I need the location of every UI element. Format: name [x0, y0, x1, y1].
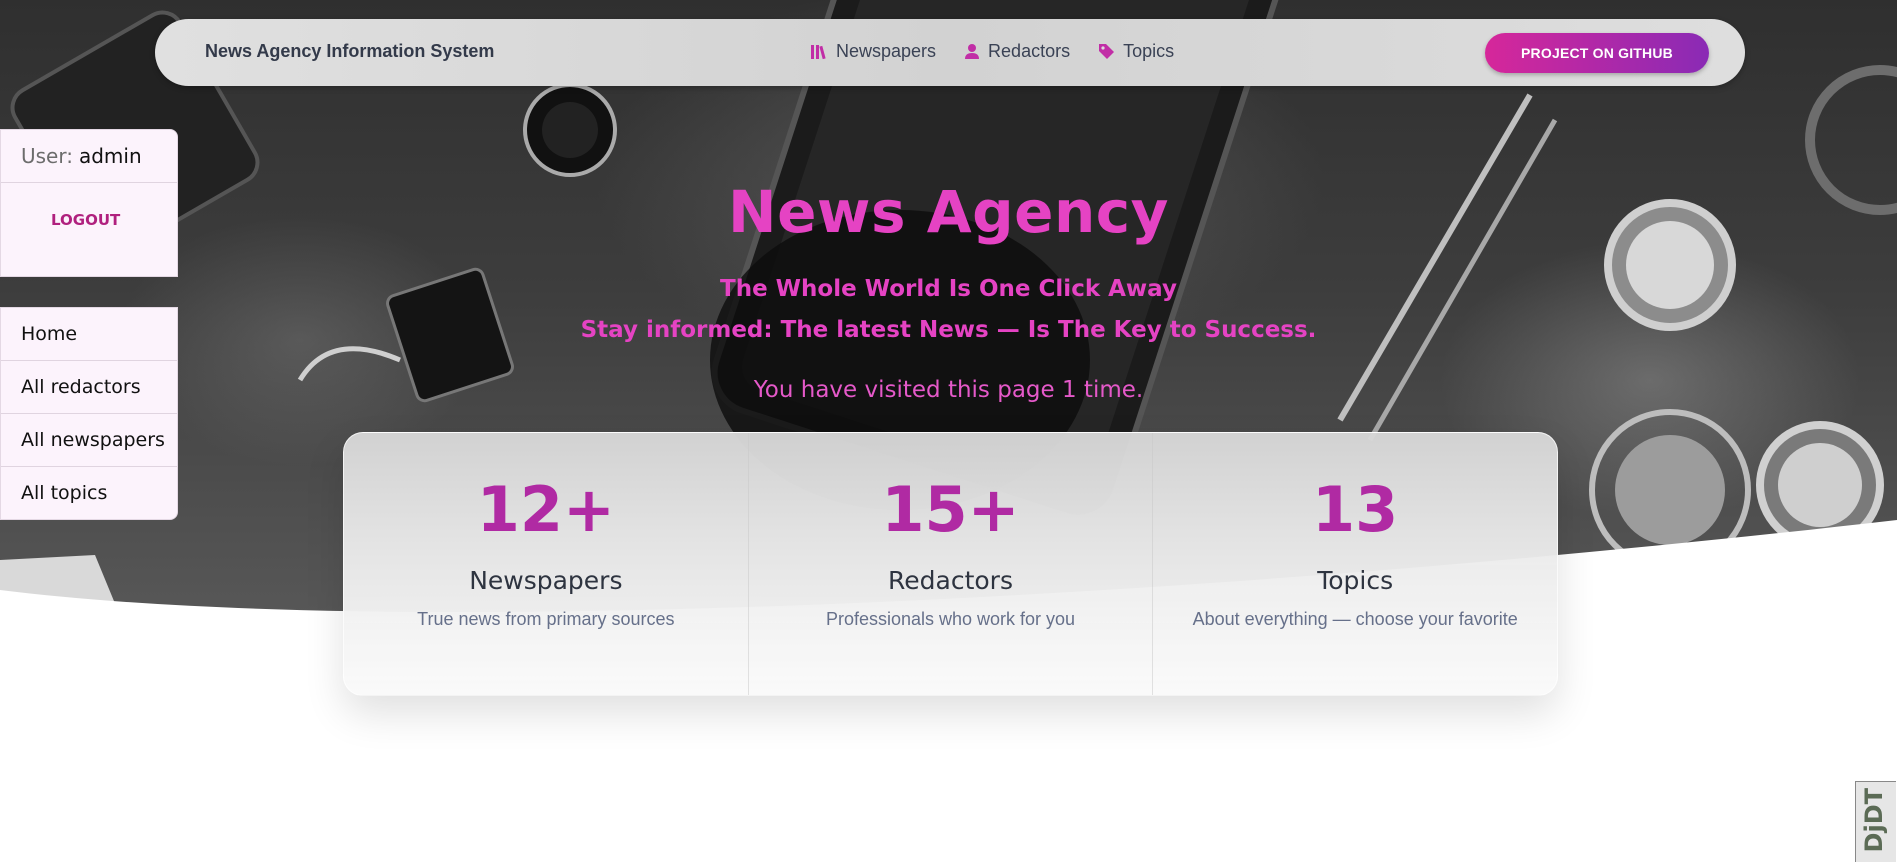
nav-link-redactors-label: Redactors	[988, 41, 1071, 61]
scissors-blade-shape	[1337, 93, 1533, 422]
stat-topics: 13 Topics About everything — choose your…	[1152, 433, 1557, 695]
hero-title: News Agency	[728, 178, 1169, 246]
hero-subtitle-1: The Whole World Is One Click Away	[720, 276, 1177, 302]
stat-number: 13	[1312, 473, 1399, 546]
nav-links: Newspapers Redactors Topics	[810, 41, 1174, 62]
stat-number: 15+	[881, 473, 1020, 546]
clip-wire-shape	[297, 346, 401, 382]
ring2-inner-shape	[1778, 443, 1862, 527]
page: News Agency Information System Newspaper…	[0, 0, 1897, 862]
nav-link-newspapers-label: Newspapers	[836, 41, 937, 61]
debug-toolbar-handle[interactable]: DjDT	[1855, 781, 1896, 862]
debug-toolbar-label: DjDT	[1860, 788, 1888, 853]
stat-redactors: 15+ Redactors Professionals who work for…	[747, 433, 1153, 695]
tag-icon	[1098, 43, 1115, 60]
nav-link-topics-label: Topics	[1123, 41, 1175, 61]
stat-title: Topics	[1317, 566, 1394, 595]
brand-title[interactable]: News Agency Information System	[205, 41, 494, 62]
stat-description: True news from primary sources	[417, 609, 675, 629]
lens-inner-shape	[542, 102, 598, 158]
user-label: User:	[21, 144, 73, 168]
nav-link-redactors[interactable]: Redactors	[964, 41, 1070, 62]
sidebar-item-all-newspapers[interactable]: All newspapers	[1, 414, 177, 467]
stat-number: 12+	[476, 473, 615, 546]
nav-link-newspapers[interactable]: Newspapers	[810, 41, 936, 62]
books-icon	[810, 44, 828, 60]
top-navbar: News Agency Information System Newspaper…	[155, 19, 1745, 86]
github-button[interactable]: PROJECT ON GITHUB	[1485, 33, 1709, 73]
username: admin	[78, 144, 142, 168]
nav-link-topics[interactable]: Topics	[1098, 41, 1174, 62]
visit-counter: You have visited this page 1 time.	[753, 377, 1144, 403]
stat-title: Newspapers	[469, 566, 623, 595]
stat-description: About everything — choose your favorite	[1192, 609, 1518, 629]
user-info: User: admin	[1, 130, 177, 183]
hero-subtitle-2: Stay informed: The latest News — Is The …	[580, 317, 1317, 343]
stat-title: Redactors	[888, 566, 1013, 595]
user-icon	[964, 43, 980, 60]
stat-description: Professionals who work for you	[825, 609, 1076, 629]
sidebar-item-all-topics[interactable]: All topics	[1, 467, 177, 519]
stats-card: 12+ Newspapers True news from primary so…	[343, 432, 1558, 696]
stat-newspapers: 12+ Newspapers True news from primary so…	[344, 433, 748, 695]
